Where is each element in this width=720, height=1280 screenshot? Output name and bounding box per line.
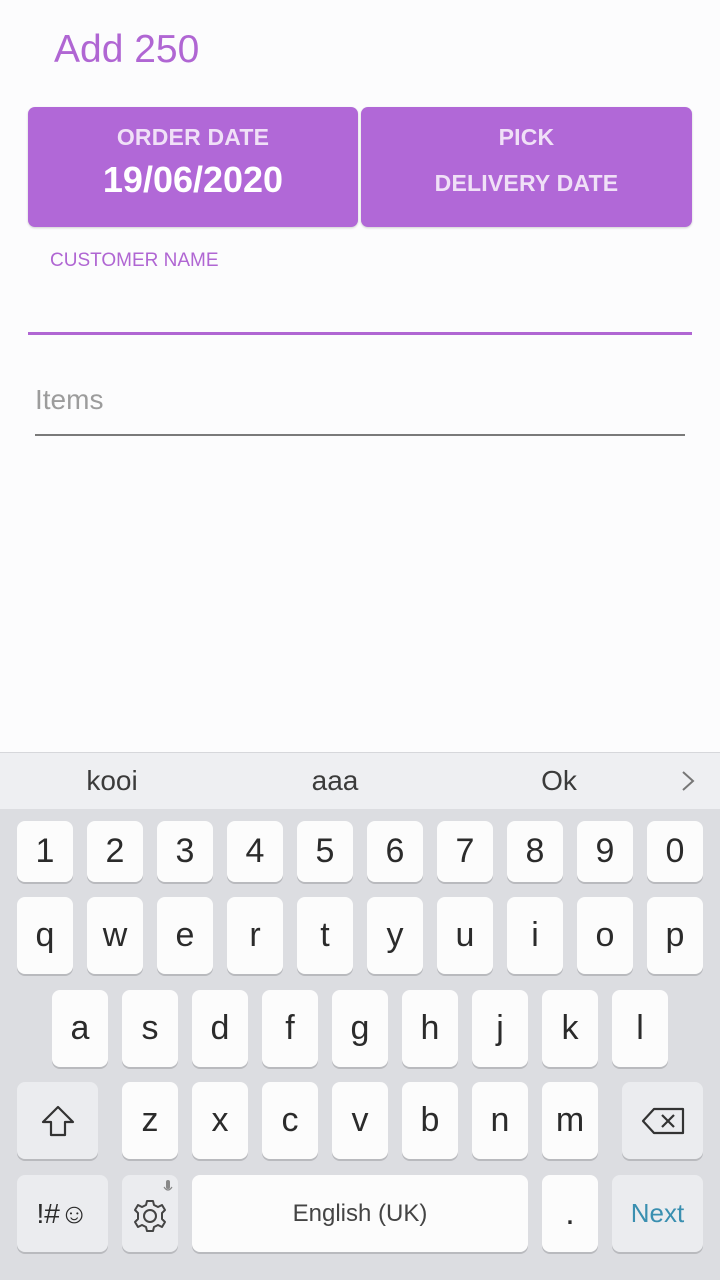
key-j[interactable]: j (472, 990, 528, 1067)
symbols-label: !#☺ (36, 1197, 89, 1229)
items-input[interactable] (35, 372, 685, 428)
order-date-button[interactable]: ORDER DATE 19/06/2020 (28, 107, 358, 227)
pick-delivery-date-button[interactable]: PICK DELIVERY DATE (361, 107, 692, 227)
key-c[interactable]: c (262, 1082, 318, 1159)
key-e[interactable]: e (157, 897, 213, 974)
key-d[interactable]: d (192, 990, 248, 1067)
key-2[interactable]: 2 (87, 821, 143, 882)
chevron-right-icon[interactable] (678, 769, 698, 793)
key-b[interactable]: b (402, 1082, 458, 1159)
suggestion-2[interactable]: aaa (312, 765, 359, 797)
mic-icon (163, 1180, 173, 1191)
key-3[interactable]: 3 (157, 821, 213, 882)
key-m[interactable]: m (542, 1082, 598, 1159)
key-h[interactable]: h (402, 990, 458, 1067)
key-x[interactable]: x (192, 1082, 248, 1159)
key-0[interactable]: 0 (647, 821, 703, 882)
key-v[interactable]: v (332, 1082, 388, 1159)
period-key[interactable]: . (542, 1175, 598, 1252)
key-r[interactable]: r (227, 897, 283, 974)
customer-name-input[interactable] (28, 272, 692, 332)
customer-name-underline (28, 332, 692, 335)
key-f[interactable]: f (262, 990, 318, 1067)
key-s[interactable]: s (122, 990, 178, 1067)
order-date-label: ORDER DATE (116, 124, 270, 150)
key-7[interactable]: 7 (437, 821, 493, 882)
next-key[interactable]: Next (612, 1175, 703, 1252)
key-k[interactable]: k (542, 990, 598, 1067)
backspace-icon (641, 1107, 684, 1134)
delivery-date-label: DELIVERY DATE (434, 170, 619, 196)
key-n[interactable]: n (472, 1082, 528, 1159)
key-t[interactable]: t (297, 897, 353, 974)
key-9[interactable]: 9 (577, 821, 633, 882)
shift-icon (41, 1105, 74, 1136)
key-w[interactable]: w (87, 897, 143, 974)
key-6[interactable]: 6 (367, 821, 423, 882)
key-l[interactable]: l (612, 990, 668, 1067)
key-y[interactable]: y (367, 897, 423, 974)
backspace-key[interactable] (622, 1082, 703, 1159)
key-g[interactable]: g (332, 990, 388, 1067)
key-a[interactable]: a (52, 990, 108, 1067)
page-title: Add 250 (54, 28, 200, 71)
key-p[interactable]: p (647, 897, 703, 974)
suggestion-bar: kooi aaa Ok (0, 752, 720, 809)
key-5[interactable]: 5 (297, 821, 353, 882)
key-u[interactable]: u (437, 897, 493, 974)
key-q[interactable]: q (17, 897, 73, 974)
key-o[interactable]: o (577, 897, 633, 974)
items-underline (35, 434, 685, 436)
gear-icon (134, 1199, 166, 1232)
settings-key[interactable] (122, 1175, 178, 1252)
space-bar[interactable]: English (UK) (192, 1175, 528, 1252)
soft-keyboard: kooi aaa Ok 1 2 3 4 5 6 7 8 9 0 q w e r … (0, 752, 720, 1280)
key-z[interactable]: z (122, 1082, 178, 1159)
key-1[interactable]: 1 (17, 821, 73, 882)
key-i[interactable]: i (507, 897, 563, 974)
suggestion-3[interactable]: Ok (541, 765, 577, 797)
key-4[interactable]: 4 (227, 821, 283, 882)
suggestion-1[interactable]: kooi (86, 765, 137, 797)
key-8[interactable]: 8 (507, 821, 563, 882)
shift-key[interactable] (17, 1082, 98, 1159)
symbols-key[interactable]: !#☺ (17, 1175, 108, 1252)
customer-name-label: CUSTOMER NAME (50, 250, 219, 271)
order-date-value: 19/06/2020 (102, 159, 284, 200)
pick-label: PICK (498, 124, 555, 150)
